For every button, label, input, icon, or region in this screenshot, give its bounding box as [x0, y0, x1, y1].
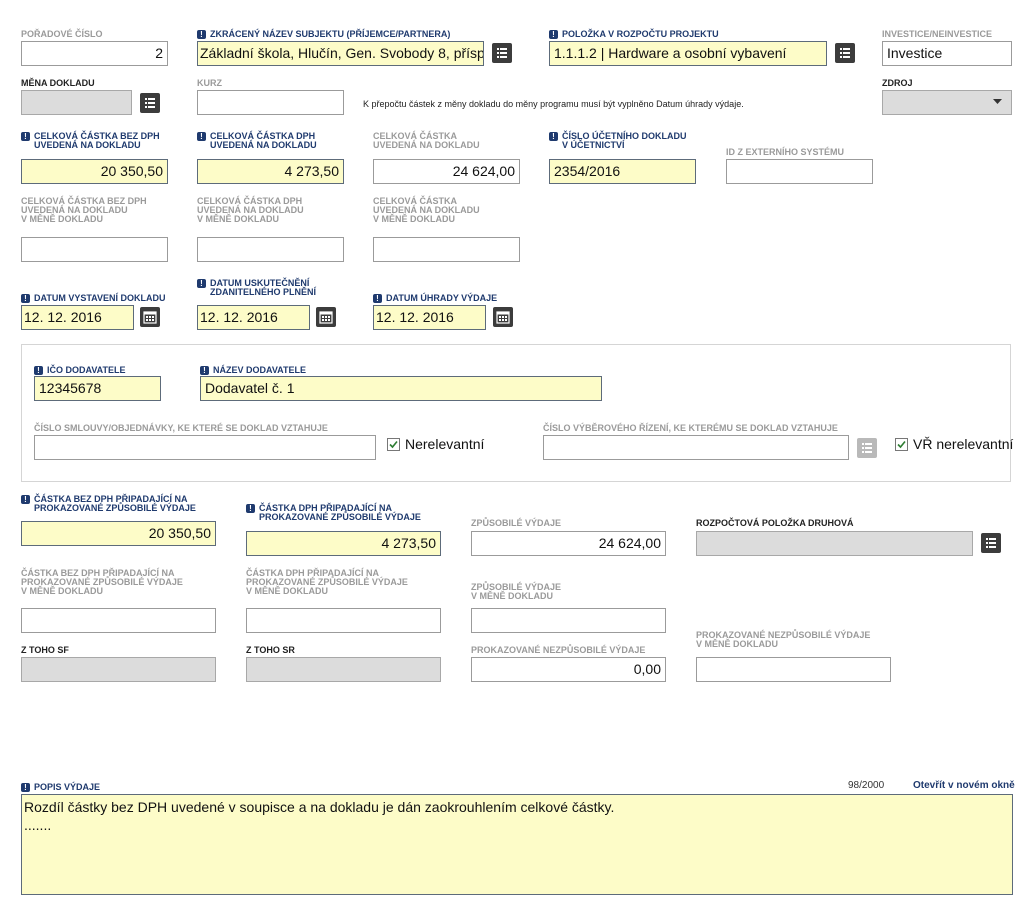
- exclamation-icon: !: [21, 783, 30, 792]
- char-counter: 98/2000: [848, 780, 885, 791]
- open-new-window-link[interactable]: Otevřít v novém okně: [913, 780, 1015, 791]
- exclamation-icon: !: [34, 366, 43, 375]
- z-toho-sr-label: Z TOHO SR: [246, 645, 295, 655]
- nezpusobile-mena-label: PROKAZOVANÉ NEZPŮSOBILÉ VÝDAJE V MĚNĚ DO…: [696, 630, 871, 649]
- investice-field[interactable]: Investice: [882, 41, 1012, 66]
- nezpusobile-mena-field[interactable]: [696, 657, 891, 682]
- calendar-icon[interactable]: [316, 307, 336, 327]
- zpusobile-mena-field[interactable]: [471, 608, 666, 633]
- smlouva-field[interactable]: [34, 435, 376, 460]
- castka-dph-zp-label: ! ČÁSTKA DPH PŘIPADAJÍCÍ NA PROKAZOVANÉ Z…: [246, 504, 421, 522]
- cislo-ucetniho-label: ! ČÍSLO ÚČETNÍHO DOKLADU V ÚČETNICTVÍ: [549, 132, 687, 150]
- zpusobile-mena-label: ZPŮSOBILÉ VÝDAJE V MĚNĚ DOKLADU: [471, 582, 562, 601]
- vr-nerelevantni-checkbox[interactable]: [895, 438, 908, 451]
- datum-uskutecneni-label: ! DATUM USKUTEČNĚNÍ ZDANITELNÉHO PLNĚNÍ: [197, 279, 316, 297]
- cislo-ucetniho-field[interactable]: 2354/2016: [549, 159, 696, 184]
- rozpoctova-label: ROZPOČTOVÁ POLOŽKA DRUHOVÁ: [696, 518, 854, 528]
- ico-label: ! IČO DODAVATELE: [34, 366, 126, 375]
- subjekt-label: ! ZKRÁCENÝ NÁZEV SUBJEKTU (PŘÍJEMCE/PARTN…: [197, 30, 450, 39]
- nezpusobile-label: PROKAZOVANÉ NEZPŮSOBILÉ VÝDAJE: [471, 645, 646, 655]
- castka-dph-zp-mena-label: ČÁSTKA DPH PŘIPADAJÍCÍ NA PROKAZOVANÉ ZP…: [246, 568, 408, 596]
- datum-vystaveni-label: ! DATUM VYSTAVENÍ DOKLADU: [21, 294, 166, 303]
- list-icon[interactable]: [835, 43, 855, 63]
- castka-bez-dph-zp-label: ! ČÁSTKA BEZ DPH PŘIPADAJÍCÍ NA PROKAZOVA…: [21, 495, 196, 513]
- id-ext-field[interactable]: [726, 159, 873, 184]
- popis-line: .......: [24, 817, 52, 833]
- dph-field[interactable]: 4 273,50: [197, 159, 344, 184]
- subjekt-field[interactable]: Základní škola, Hlučín, Gen. Svobody 8, …: [197, 41, 484, 66]
- datum-vystaveni-field[interactable]: 12. 12. 2016: [21, 305, 134, 330]
- exclamation-icon: !: [549, 132, 558, 141]
- dph-mena-label: CELKOVÁ ČÁSTKA DPH UVEDENÁ NA DOKLADU V …: [197, 196, 304, 224]
- list-icon[interactable]: [492, 43, 512, 63]
- vr-nerelevantni-label: VŘ nerelevantní: [913, 436, 1014, 452]
- bez-dph-field[interactable]: 20 350,50: [21, 159, 168, 184]
- list-icon[interactable]: [140, 93, 160, 113]
- castka-bez-dph-zp-mena-label: ČÁSTKA BEZ DPH PŘIPADAJÍCÍ NA PROKAZOVAN…: [21, 568, 183, 596]
- list-icon[interactable]: [981, 533, 1001, 553]
- datum-uhrady-label: ! DATUM ÚHRADY VÝDAJE: [373, 294, 497, 303]
- zdroj-label: ZDROJ: [882, 78, 913, 88]
- ico-field[interactable]: 12345678: [34, 376, 161, 401]
- dph-label: ! CELKOVÁ ČÁSTKA DPH UVEDENÁ NA DOKLADU: [197, 132, 317, 150]
- castka-bez-dph-zp-mena-field[interactable]: [21, 608, 216, 633]
- mena-field[interactable]: [21, 90, 132, 115]
- poradove-cislo-label: POŘADOVÉ ČÍSLO: [21, 29, 103, 39]
- zpusobile-label: ZPŮSOBILÉ VÝDAJE: [471, 518, 562, 528]
- list-icon[interactable]: [857, 438, 877, 458]
- vr-field[interactable]: [543, 435, 849, 460]
- nerelevantni-label: Nerelevantní: [405, 436, 485, 452]
- castka-dph-zp-mena-field[interactable]: [246, 608, 441, 633]
- exclamation-icon: !: [200, 366, 209, 375]
- kurz-field[interactable]: [197, 90, 344, 115]
- nazev-dodavatele-label: ! NÁZEV DODAVATELE: [200, 366, 306, 375]
- dph-mena-field[interactable]: [197, 237, 344, 262]
- zpusobile-field[interactable]: 24 624,00: [471, 531, 666, 556]
- exclamation-icon: !: [549, 30, 558, 39]
- exclamation-icon: !: [373, 294, 382, 303]
- supplier-panel: [21, 344, 1011, 482]
- calendar-icon[interactable]: [493, 307, 513, 327]
- popis-textarea[interactable]: Rozdíl částky bez DPH uvedené v soupisce…: [21, 794, 1013, 895]
- id-ext-label: ID Z EXTERNÍHO SYSTÉMU: [726, 147, 845, 157]
- smlouva-label: ČÍSLO SMLOUVY/OBJEDNÁVKY, KE KTERÉ SE DO…: [34, 423, 328, 433]
- nezpusobile-field[interactable]: 0,00: [471, 657, 666, 682]
- popis-label: ! POPIS VÝDAJE: [21, 783, 100, 792]
- chevron-down-icon[interactable]: [993, 99, 1002, 105]
- rozpoctova-field[interactable]: [696, 531, 973, 556]
- bez-dph-mena-field[interactable]: [21, 237, 168, 262]
- exclamation-icon: !: [197, 132, 206, 141]
- nerelevantni-checkbox[interactable]: [387, 438, 400, 451]
- mena-label: MĚNA DOKLADU: [21, 78, 95, 88]
- celkova-mena-field[interactable]: [373, 237, 520, 262]
- exclamation-icon: !: [21, 495, 30, 504]
- exclamation-icon: !: [21, 132, 30, 141]
- exclamation-icon: !: [246, 504, 255, 513]
- investice-label: INVESTICE/NEINVESTICE: [882, 29, 993, 39]
- calendar-icon[interactable]: [140, 307, 160, 327]
- polozka-field[interactable]: 1.1.1.2 | Hardware a osobní vybavení: [549, 41, 827, 66]
- bez-dph-mena-label: CELKOVÁ ČÁSTKA BEZ DPH UVEDENÁ NA DOKLAD…: [21, 196, 147, 224]
- kurz-note: K přepočtu částek z měny dokladu do měny…: [363, 99, 744, 109]
- z-toho-sr-field[interactable]: [246, 657, 441, 682]
- castka-bez-dph-zp-field[interactable]: 20 350,50: [21, 521, 216, 546]
- nazev-dodavatele-field[interactable]: Dodavatel č. 1: [200, 376, 602, 401]
- celkova-mena-label: CELKOVÁ ČÁSTKA UVEDENÁ NA DOKLADU V MĚNĚ…: [373, 196, 480, 224]
- exclamation-icon: !: [197, 279, 206, 288]
- poradove-cislo-field[interactable]: 2: [21, 41, 168, 66]
- datum-uskutecneni-field[interactable]: 12. 12. 2016: [197, 305, 310, 330]
- bez-dph-label: ! CELKOVÁ ČÁSTKA BEZ DPH UVEDENÁ NA DOKLA…: [21, 132, 160, 150]
- z-toho-sf-field[interactable]: [21, 657, 216, 682]
- polozka-label: ! POLOŽKA V ROZPOČTU PROJEKTU: [549, 30, 719, 39]
- vr-label: ČÍSLO VÝBĚROVÉHO ŘÍZENÍ, KE KTERÉMU SE D…: [543, 423, 838, 433]
- popis-line: Rozdíl částky bez DPH uvedené v soupisce…: [24, 799, 615, 815]
- celkova-label: CELKOVÁ ČÁSTKA UVEDENÁ NA DOKLADU: [373, 131, 480, 150]
- z-toho-sf-label: Z TOHO SF: [21, 645, 69, 655]
- exclamation-icon: !: [21, 294, 30, 303]
- celkova-field[interactable]: 24 624,00: [373, 159, 520, 184]
- kurz-label: KURZ: [197, 78, 222, 88]
- castka-dph-zp-field[interactable]: 4 273,50: [246, 531, 441, 556]
- exclamation-icon: !: [197, 30, 206, 39]
- datum-uhrady-field[interactable]: 12. 12. 2016: [373, 305, 486, 330]
